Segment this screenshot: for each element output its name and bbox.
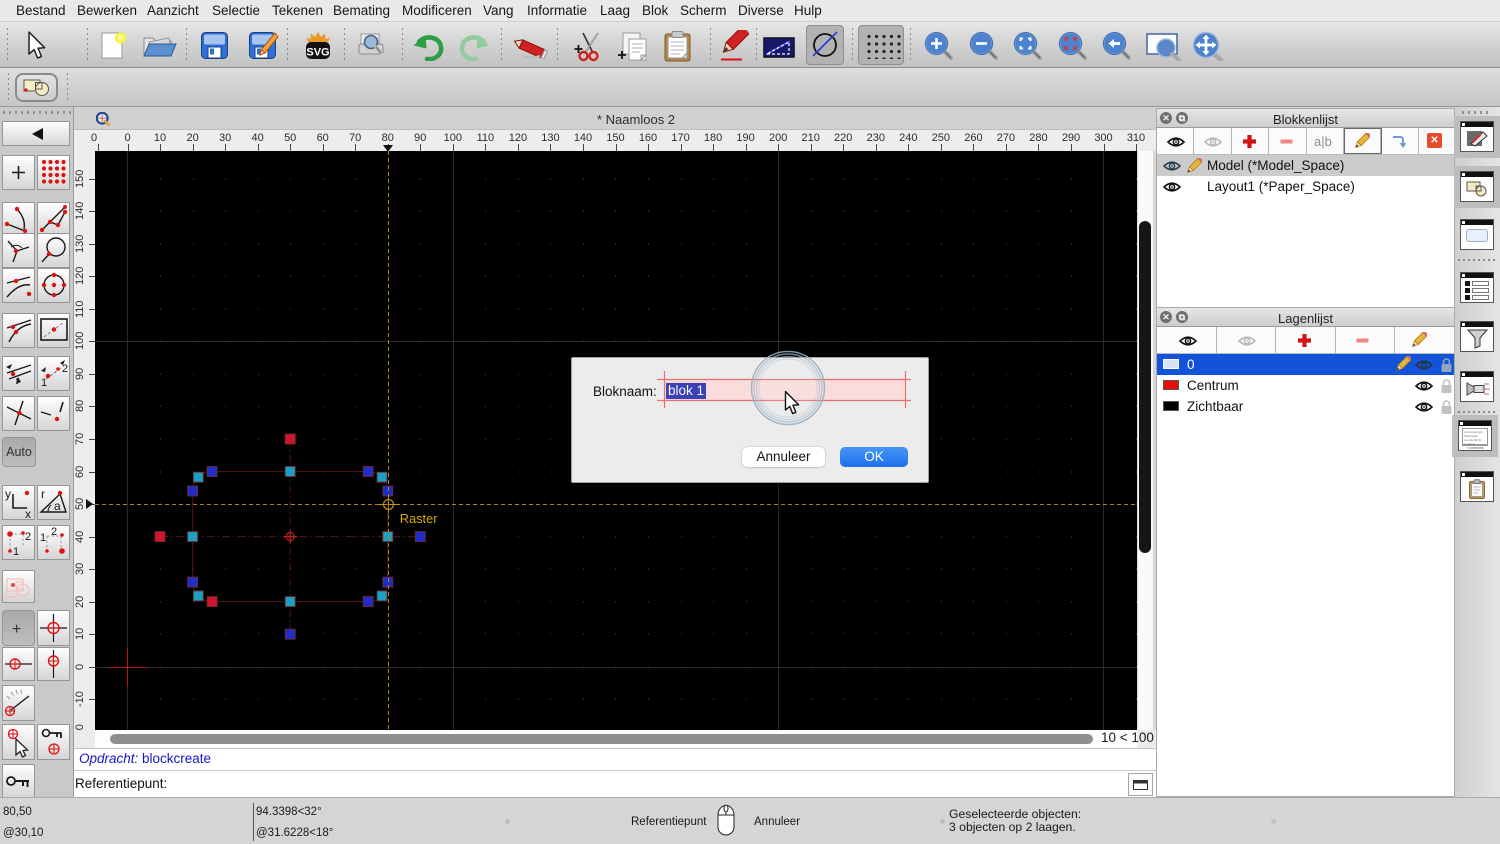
- svg-text:x: x: [25, 507, 31, 519]
- svg-text:a: a: [54, 499, 61, 513]
- svg-text:SVG: SVG: [306, 47, 329, 59]
- svg-text:2: 2: [62, 363, 68, 375]
- svg-text:2: 2: [51, 526, 57, 538]
- svg-text:y: y: [5, 487, 11, 501]
- svg-text:Raster: Raster: [400, 511, 438, 526]
- svg-text:2: 2: [25, 531, 31, 543]
- svg-text:1: 1: [41, 377, 47, 389]
- svg-text:1: 1: [40, 532, 46, 544]
- svg-text:1: 1: [13, 546, 19, 558]
- svg-text:r: r: [41, 487, 45, 501]
